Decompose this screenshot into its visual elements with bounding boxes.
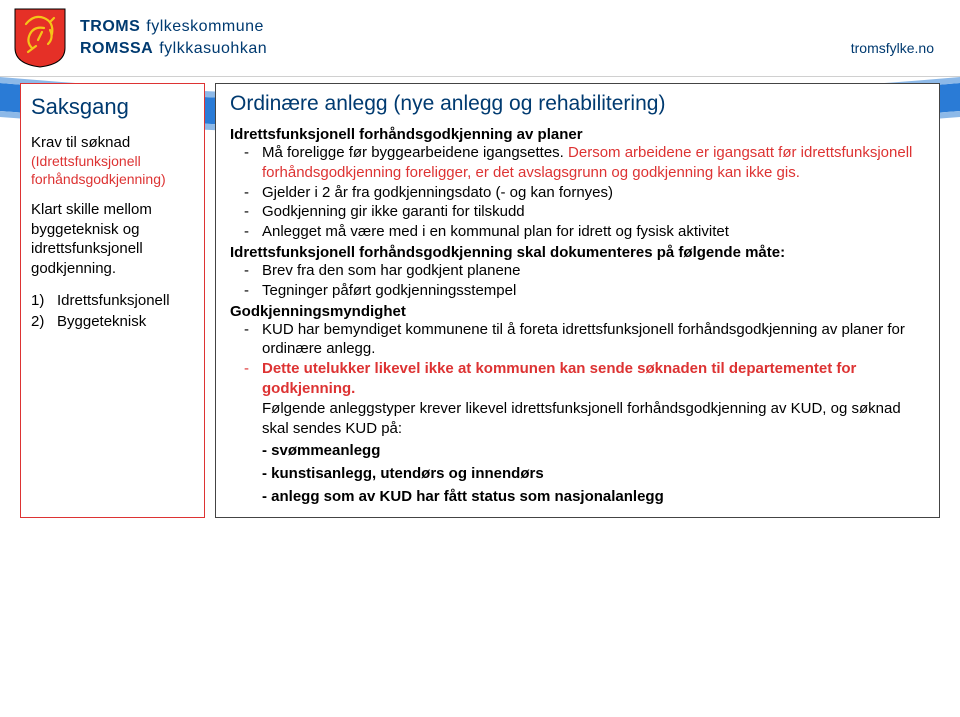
list-number: 2) [31,311,49,332]
brand-light-1: fylkeskommune [146,18,264,36]
content-area: Saksgang Krav til søknad (Idrettsfunksjo… [0,77,960,528]
list-text: Idrettsfunksjonell [57,290,170,311]
sub-head-3: Godkjenningsmyndighet [230,303,925,320]
header: TROMS fylkeskommune ROMSSA fylkkasuohkan… [0,0,960,77]
bullet-item: - Må foreligge før byggearbeidene igangs… [244,143,925,183]
bullet-text: Godkjenning gir ikke garanti for tilskud… [262,202,525,222]
bullet-text: Tegninger påført godkjenningsstempel [262,281,516,301]
left-sub-head: Krav til søknad [31,134,194,151]
sub-head-1: Idrettsfunksjonell forhåndsgodkjenning a… [230,126,925,143]
bullet-item: - Anlegget må være med i en kommunal pla… [244,222,925,242]
brand-line-1: TROMS fylkeskommune [80,18,267,36]
dash-icon: - [244,281,262,301]
bullet-item: - Tegninger påført godkjenningsstempel [244,281,925,301]
dash-icon: - [244,261,262,281]
bullet-item: - Brev fra den som har godkjent planene [244,261,925,281]
body-list-1: - Må foreligge før byggearbeidene igangs… [230,143,925,242]
site-url: tromsfylke.no [851,40,934,56]
bullet-item: - Godkjenning gir ikke garanti for tilsk… [244,202,925,222]
dash-icon: - [244,143,262,183]
sub-c: - anlegg som av KUD har fått status som … [230,486,925,507]
dash-icon: - [244,202,262,222]
brand-light-2: fylkkasuohkan [159,40,267,58]
bullet-text: Anlegget må være med i en kommunal plan … [262,222,729,242]
sub-b: - kunstisanlegg, utendørs og innendørs [230,463,925,484]
list-number: 1) [31,290,49,311]
brand-strong-1: TROMS [80,18,140,36]
bullet-text: Brev fra den som har godkjent planene [262,261,521,281]
dash-icon: - [244,222,262,242]
body-list-3: - KUD har bemyndiget kommunene til å for… [230,320,925,399]
brand-text: TROMS fylkeskommune ROMSSA fylkkasuohkan [80,18,267,58]
brand-line-2: ROMSSA fylkkasuohkan [80,40,267,58]
bullet-text: KUD har bemyndiget kommunene til å foret… [262,320,925,360]
bullet-item: - Dette utelukker likevel ikke at kommun… [244,359,925,399]
left-list-item: 1) Idrettsfunksjonell [31,290,194,311]
bullet-item: - Gjelder i 2 år fra godkjenningsdato (-… [244,183,925,203]
body-list-2: - Brev fra den som har godkjent planene … [230,261,925,301]
left-paren-2: forhåndsgodkjenning) [31,171,194,189]
brand-strong-2: ROMSSA [80,40,153,58]
saksgang-box: Saksgang Krav til søknad (Idrettsfunksjo… [20,83,205,518]
bullet-text: Gjelder i 2 år fra godkjenningsdato (- o… [262,183,613,203]
left-list-item: 2) Byggeteknisk [31,311,194,332]
troms-shield-logo [14,8,66,68]
dash-icon: - [244,183,262,203]
sub-head-2: Idrettsfunksjonell forhåndsgodkjenning s… [230,244,925,261]
main-title: Ordinære anlegg (nye anlegg og rehabilit… [230,92,925,116]
bullet-text: Må foreligge før byggearbeidene igangset… [262,143,925,183]
list-text: Byggeteknisk [57,311,146,332]
bullet-item: - KUD har bemyndiget kommunene til å for… [244,320,925,360]
left-paren-1: (Idrettsfunksjonell [31,153,194,171]
bullet-1-pre: Må foreligge før byggearbeidene igangset… [262,144,568,161]
sub-a: - svømmeanlegg [230,440,925,461]
saksgang-title: Saksgang [31,94,194,120]
bullet-text-red: Dette utelukker likevel ikke at kommunen… [262,359,925,399]
main-content-box: Ordinære anlegg (nye anlegg og rehabilit… [215,83,940,518]
dash-icon: - [244,320,262,360]
dash-icon: - [244,359,262,399]
left-numbered-list: 1) Idrettsfunksjonell 2) Byggeteknisk [31,290,194,332]
left-para: Klart skille mellom byggeteknisk og idre… [31,200,194,278]
after-8-text: Følgende anleggstyper krever likevel idr… [230,399,925,439]
